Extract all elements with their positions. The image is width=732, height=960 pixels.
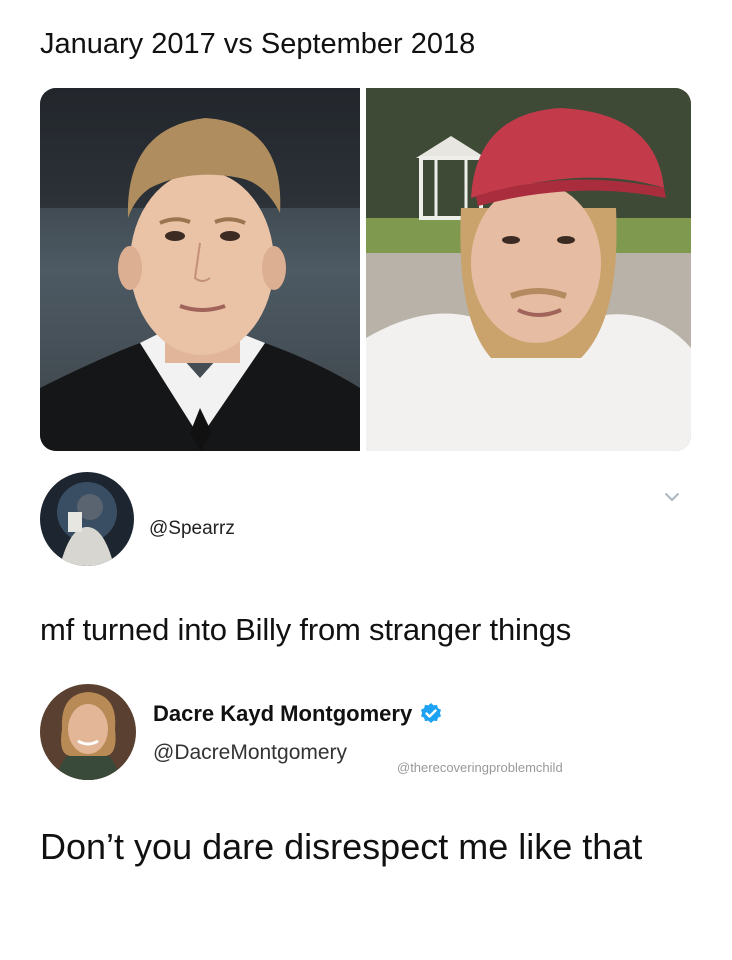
meme-caption: January 2017 vs September 2018 xyxy=(40,28,476,60)
photo-before xyxy=(40,88,360,451)
tweet-author-handle[interactable]: @Spearrz xyxy=(149,518,235,540)
reply-tweet-text: Don’t you dare disrespect me like that xyxy=(40,826,643,867)
tweet-author-name-row: Dacre Kayd Montgomery xyxy=(153,701,443,727)
watermark: @therecoveringproblemchild xyxy=(397,760,563,775)
avatar-dacre-montgomery[interactable] xyxy=(40,684,136,780)
photo-after xyxy=(366,88,691,451)
tweet-author-display-name[interactable]: Dacre Kayd Montgomery xyxy=(153,701,412,727)
avatar-spearrz[interactable] xyxy=(40,472,134,566)
verified-badge-icon xyxy=(419,702,443,726)
chevron-down-icon[interactable] xyxy=(663,488,681,506)
tweet-text: mf turned into Billy from stranger thing… xyxy=(40,612,572,647)
tweet-author-handle-2[interactable]: @DacreMontgomery xyxy=(153,741,347,765)
